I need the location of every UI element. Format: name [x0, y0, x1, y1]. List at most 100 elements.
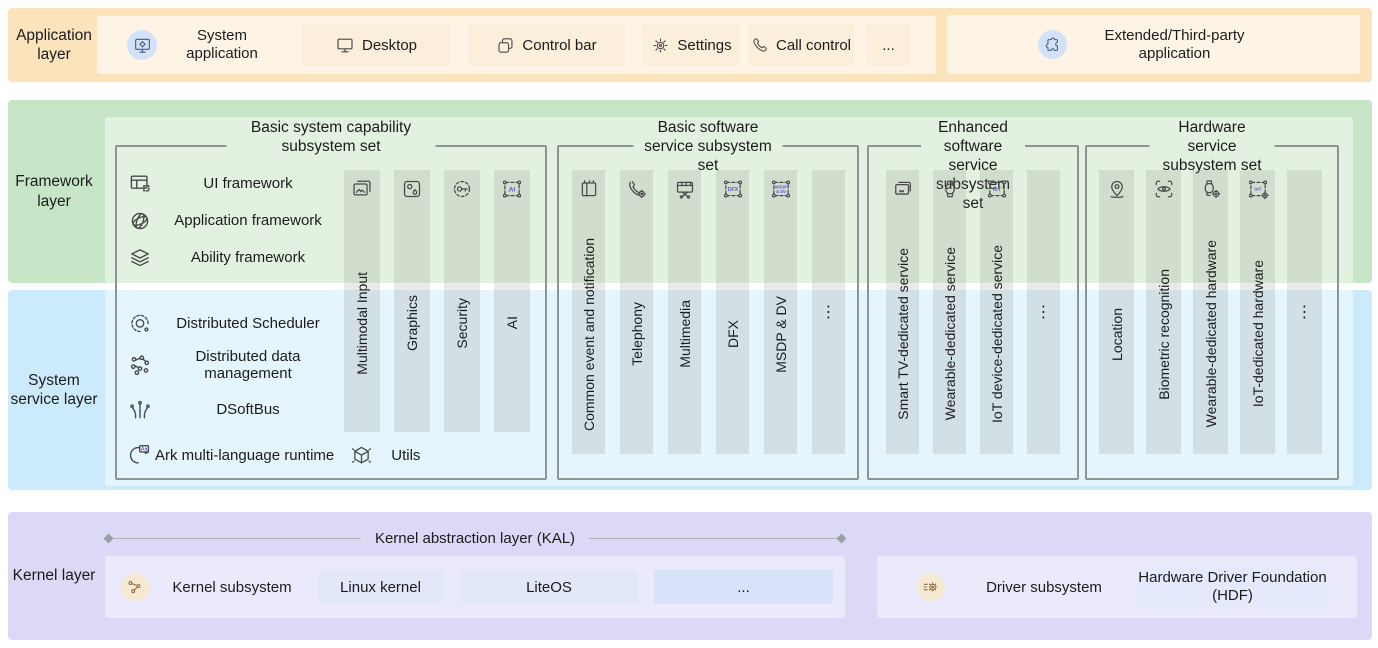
ui-framework-icon [125, 172, 155, 196]
subsystem-bar-common-event: Common event and notification [572, 170, 605, 454]
driver-subsystem-label: Driver subsystem [969, 556, 1119, 618]
framework-item-label: Ability framework [155, 249, 341, 266]
more-ellipsis: ⋮ [1297, 170, 1313, 454]
kernel-item-more: ... [654, 570, 833, 604]
subsystem-bar-iot-service: IoT IoT device-dedicated service [980, 170, 1013, 454]
bar-label: Multimedia [677, 300, 693, 368]
distributed-data-management-icon [125, 353, 155, 377]
subsystem-bar-telephony: Telephony [620, 170, 653, 454]
extended-app-box: Extended/Third-party application [947, 15, 1360, 74]
service-item-distributed-data-management: Distributed data management [125, 348, 341, 383]
bar-label: Location [1109, 308, 1125, 361]
app-item-label: Call control [776, 37, 851, 54]
app-item-label: Settings [677, 37, 731, 54]
app-item-settings: Settings [643, 24, 740, 66]
dfx-badge-icon: DFX [722, 170, 744, 214]
kal-line-right [589, 538, 838, 539]
settings-gear-icon [651, 36, 670, 55]
app-item-label: ... [882, 37, 895, 54]
ai-badge-text: AI [509, 186, 516, 193]
bar-label: Security [454, 298, 470, 349]
kernel-subsystem-label: Kernel subsystem [157, 556, 307, 618]
utils-label: Utils [391, 447, 420, 464]
kal-right-arrow [837, 533, 847, 543]
subsystem-set-title: Hardware service subsystem set [1150, 118, 1275, 175]
kernel-layer-label: Kernel layer [8, 512, 100, 640]
msdp-dv-badge-icon: MSDP & DV [770, 170, 792, 214]
app-item-label: Control bar [522, 37, 596, 54]
bar-label: Common event and notification [581, 238, 597, 431]
subsystem-bar-dfx: DFX DFX [716, 170, 749, 454]
phone-icon [751, 36, 769, 54]
bar-label: Wearable-dedicated hardware [1203, 240, 1219, 427]
subsystem-bar-smart-tv: Smart TV-dedicated service [886, 170, 919, 454]
framework-item-label: UI framework [155, 175, 341, 192]
subsystem-bar-wearable-service: Wearable-dedicated service [933, 170, 966, 454]
subsystem-set-title: Basic software service subsystem set [634, 118, 783, 175]
kernel-item-liteos: LiteOS [460, 570, 638, 604]
runtime-row: Aa Ark multi-language runtime Utils [127, 443, 533, 467]
security-key-icon [451, 170, 473, 214]
subsystem-bar-iot-hardware: IoT IoT-dedicated hardware [1240, 170, 1275, 454]
system-application-label: System application [160, 24, 284, 66]
app-item-control-bar: Control bar [468, 24, 625, 66]
utils-cube-icon [350, 444, 373, 467]
more-ellipsis: ⋮ [1036, 170, 1052, 454]
basic-system-capability-subsystem-set: Basic system capability subsystem set UI… [115, 145, 547, 480]
location-pin-icon [1106, 170, 1128, 214]
subsystem-bar-wearable-hardware: Wearable-dedicated hardware [1193, 170, 1228, 454]
dsoftbus-icon [125, 398, 155, 422]
service-item-label: DSoftBus [155, 401, 341, 418]
control-bar-icon [496, 36, 515, 55]
app-item-label: Desktop [362, 37, 417, 54]
watch-icon [939, 170, 961, 214]
kernel-subsystem-panel: Kernel subsystem Linux kernel LiteOS ... [105, 556, 845, 618]
service-item-label: Distributed Scheduler [155, 315, 341, 332]
enhanced-software-service-subsystem-set: Enhanced software service subsystem set … [867, 145, 1079, 480]
bar-label: Biometric recognition [1156, 269, 1172, 400]
subsystem-bar-more: ⋮ [812, 170, 845, 454]
msdp-badge-text-2: & DV [776, 189, 786, 194]
driver-subsystem-icon [917, 573, 945, 601]
app-item-call-control: Call control [748, 24, 854, 66]
subsystem-bar-security: Security [444, 170, 480, 432]
hardware-service-subsystem-set: Hardware service subsystem set Location [1085, 145, 1339, 480]
kernel-abstraction-layer: Kernel abstraction layer (KAL) [105, 529, 845, 547]
bar-label: Wearable-dedicated service [942, 247, 958, 420]
bar-label: IoT device-dedicated service [989, 245, 1005, 423]
subsystem-bar-more: ⋮ [1287, 170, 1322, 454]
bar-label: Graphics [404, 295, 420, 351]
iot-badge-icon: IoT [986, 170, 1008, 214]
kal-label: Kernel abstraction layer (KAL) [361, 530, 589, 547]
application-framework-icon [125, 209, 155, 233]
notification-icon [578, 170, 600, 214]
ability-framework-icon [125, 246, 155, 270]
bar-label: AI [504, 316, 520, 329]
smart-tv-icon [892, 170, 914, 214]
biometric-eye-icon [1153, 170, 1175, 214]
framework-item-ui-framework: UI framework [125, 172, 341, 196]
kal-left-arrow [104, 533, 114, 543]
multimodal-input-icon [351, 170, 373, 214]
iot-badge-text: IoT [993, 187, 1002, 193]
ark-bubble-text: Aa [141, 446, 148, 452]
capability-bars: Multimodal Input Graphics Sec [344, 170, 530, 432]
bar-label: MSDP & DV [773, 296, 789, 373]
subsystem-bar-biometric: Biometric recognition [1146, 170, 1181, 454]
system-service-layer-label: System service layer [8, 290, 100, 490]
kal-line-left [112, 538, 361, 539]
subsystem-bar-multimedia: Multimedia [668, 170, 701, 454]
software-service-bars: Common event and notification Telephony [572, 170, 845, 454]
hardware-service-bars: Location Biometric recognition [1099, 170, 1322, 454]
basic-software-service-subsystem-set: Basic software service subsystem set Com… [557, 145, 859, 480]
app-item-more: ... [867, 24, 910, 66]
bar-label: Multimodal Input [354, 272, 370, 375]
hdf-box: Hardware Driver Foundation (HDF) [1138, 567, 1327, 607]
subsystem-bar-more: ⋮ [1027, 170, 1060, 454]
iot-badge-text: IoT [1254, 187, 1261, 193]
framework-item-application-framework: Application framework [125, 209, 341, 233]
app-item-desktop: Desktop [302, 24, 450, 66]
enhanced-service-bars: Smart TV-dedicated service Wearable-dedi… [886, 170, 1060, 454]
service-item-label: Distributed data management [155, 348, 341, 383]
subsystem-bar-msdp-dv: MSDP & DV MSDP & DV [764, 170, 797, 454]
